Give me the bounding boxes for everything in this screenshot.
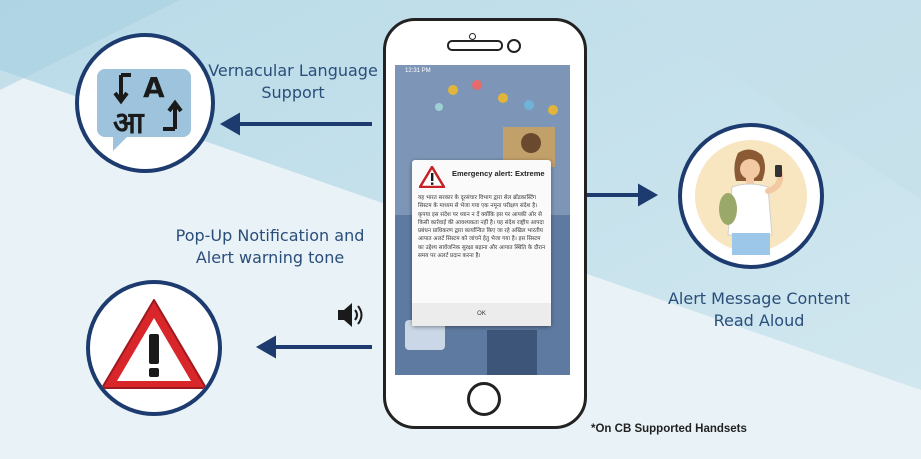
arrow-to-warning [255, 335, 372, 359]
alert-body-text: यह भारत सरकार के दूरसंचार विभाग द्वारा स… [418, 195, 546, 260]
footnote: *On CB Supported Handsets [591, 423, 747, 435]
alert-warning-icon [419, 166, 445, 188]
phone-speaker-grille [447, 40, 503, 51]
speaker-sound-icon [338, 303, 363, 327]
status-bar-time: 12:31 PM [405, 68, 431, 74]
arrow-to-language [219, 112, 372, 136]
arrow-to-read-aloud [586, 183, 659, 207]
emergency-alert-dialog: Emergency alert: Extreme यह भारत सरकार क… [412, 160, 551, 326]
phone-front-camera [507, 39, 521, 53]
alert-title: Emergency alert: Extreme [452, 169, 545, 178]
phone-home-button[interactable] [467, 382, 501, 416]
phone-sensor-dot [469, 33, 476, 40]
alert-ok-button[interactable]: OK [412, 303, 551, 326]
